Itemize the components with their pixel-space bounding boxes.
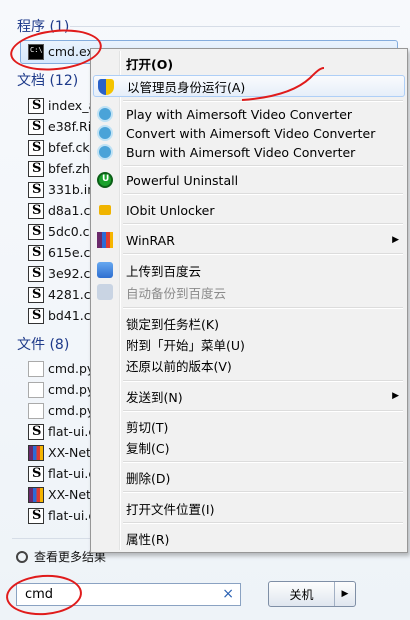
document-icon: [28, 97, 44, 114]
lock-icon: [99, 205, 111, 215]
menu-item-cut[interactable]: 剪切(T): [93, 415, 405, 437]
aimersoft-icon: [97, 125, 113, 141]
document-label: bfef.zh-: [48, 161, 95, 176]
menu-item-auto-backup-baidu: 自动备份到百度云: [93, 281, 405, 303]
document-icon: [28, 181, 44, 198]
file-icon: [28, 360, 44, 377]
file-label: cmd.py: [48, 382, 95, 397]
submenu-arrow-icon: ▶: [392, 235, 399, 245]
document-icon: [28, 265, 44, 282]
file-result[interactable]: cmd.py: [28, 358, 94, 379]
menu-separator: [123, 491, 403, 493]
menu-separator: [123, 522, 403, 524]
file-result[interactable]: flat-ui.c: [28, 463, 95, 484]
menu-separator: [123, 165, 403, 167]
menu-item-winrar[interactable]: WinRAR ▶: [93, 229, 405, 251]
document-result[interactable]: bfef.ck-: [28, 137, 94, 158]
document-icon: [28, 423, 44, 440]
menu-separator: [123, 307, 403, 309]
document-icon: [28, 139, 44, 156]
documents-header: 文档 (12): [17, 73, 79, 89]
document-icon: [28, 307, 44, 324]
menu-item-properties[interactable]: 属性(R): [93, 527, 405, 549]
baidu-cloud-backup-icon: [97, 284, 113, 300]
files-header: 文件 (8): [17, 337, 70, 353]
document-icon: [28, 286, 44, 303]
file-label: cmd.py: [48, 403, 95, 418]
menu-separator: [123, 461, 403, 463]
document-result[interactable]: bd41.co: [28, 305, 98, 326]
menu-item-delete[interactable]: 删除(D): [93, 466, 405, 488]
file-result[interactable]: XX-Net: [28, 484, 91, 505]
aimersoft-icon: [97, 106, 113, 122]
menu-item-powerful-uninstall[interactable]: Powerful Uninstall: [93, 169, 405, 191]
document-result[interactable]: d8a1.co: [28, 200, 98, 221]
file-icon: [28, 402, 44, 419]
document-result[interactable]: 3e92.co: [28, 263, 98, 284]
shutdown-options-arrow-icon[interactable]: ▶: [334, 582, 355, 606]
document-icon: [28, 465, 44, 482]
shutdown-button[interactable]: 关机 ▶: [268, 581, 356, 607]
menu-separator: [123, 380, 403, 382]
baidu-cloud-icon: [97, 262, 113, 278]
document-result[interactable]: bfef.zh-: [28, 158, 94, 179]
file-label: flat-ui.c: [48, 508, 96, 523]
document-icon: [28, 223, 44, 240]
menu-item-copy[interactable]: 复制(C): [93, 436, 405, 458]
document-icon: [28, 202, 44, 219]
document-result[interactable]: 5dc0.co: [28, 221, 97, 242]
document-label: bfef.ck-: [48, 140, 95, 155]
shutdown-label: 关机: [289, 587, 314, 602]
menu-separator: [123, 193, 403, 195]
menu-item-restore-versions[interactable]: 还原以前的版本(V): [93, 354, 405, 376]
file-label: XX-Net: [48, 487, 91, 502]
document-result[interactable]: e38f.Ric: [28, 116, 98, 137]
menu-separator: [123, 410, 403, 412]
document-icon: [28, 118, 44, 135]
menu-item-send-to[interactable]: 发送到(N) ▶: [93, 385, 405, 407]
file-icon: [28, 381, 44, 398]
winrar-archive-icon: [28, 444, 44, 461]
submenu-arrow-icon: ▶: [392, 391, 399, 401]
menu-item-iobit-unlocker[interactable]: IObit Unlocker: [93, 199, 405, 221]
clear-search-icon[interactable]: ×: [222, 586, 234, 602]
file-label: XX-Net: [48, 445, 91, 460]
file-result[interactable]: XX-Net: [28, 442, 91, 463]
file-result[interactable]: cmd.py: [28, 379, 94, 400]
document-icon: [28, 160, 44, 177]
menu-item-open-location[interactable]: 打开文件位置(I): [93, 497, 405, 519]
menu-separator: [123, 253, 403, 255]
file-label: cmd.py: [48, 361, 95, 376]
menu-item-upload-baidu[interactable]: 上传到百度云: [93, 259, 405, 281]
document-result[interactable]: 615e.co: [28, 242, 98, 263]
menu-item-burn-aimersoft[interactable]: Burn with Aimersoft Video Converter: [93, 141, 405, 163]
annotation-underline-run-as-admin: [241, 67, 325, 101]
winrar-archive-icon: [28, 486, 44, 503]
document-icon: [28, 244, 44, 261]
file-label: flat-ui.c: [48, 466, 96, 481]
search-icon: [16, 550, 28, 563]
menu-item-pin-start[interactable]: 附到「开始」菜单(U): [93, 333, 405, 355]
programs-divider: [70, 26, 400, 27]
file-result[interactable]: flat-ui.c: [28, 421, 95, 442]
menu-item-pin-taskbar[interactable]: 锁定到任务栏(K): [93, 312, 405, 334]
document-result[interactable]: 4281.ck: [28, 284, 98, 305]
document-result[interactable]: index_a: [28, 95, 96, 116]
aimersoft-icon: [97, 144, 113, 160]
file-result[interactable]: cmd.py: [28, 400, 94, 421]
context-menu: 打开(O) 以管理员身份运行(A) Play with Aimersoft Vi…: [90, 48, 408, 553]
file-label: flat-ui.c: [48, 424, 96, 439]
file-result[interactable]: flat-ui.c: [28, 505, 95, 526]
shield-icon: [98, 79, 114, 95]
uninstall-icon: [97, 172, 113, 188]
document-label: index_a: [48, 98, 97, 113]
menu-separator: [123, 223, 403, 225]
document-icon: [28, 507, 44, 524]
winrar-icon: [97, 232, 113, 248]
